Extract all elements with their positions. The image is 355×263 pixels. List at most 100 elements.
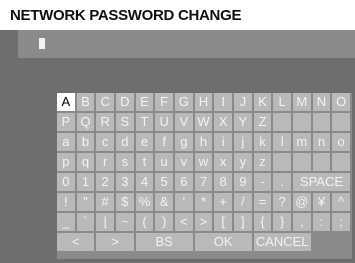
key-lower-f[interactable]: f bbox=[155, 133, 173, 151]
key-upper-p[interactable]: P bbox=[57, 113, 75, 131]
key-upper-g[interactable]: G bbox=[174, 93, 193, 111]
key-upper-w[interactable]: W bbox=[194, 113, 213, 131]
key-upper-m[interactable]: M bbox=[292, 93, 311, 111]
key-left-bracket[interactable]: [ bbox=[214, 213, 232, 231]
cursor-left-button[interactable]: < bbox=[57, 233, 95, 251]
key-equals[interactable]: = bbox=[253, 193, 272, 211]
key-lower-p[interactable]: p bbox=[57, 153, 75, 171]
key-question[interactable]: ? bbox=[273, 193, 291, 211]
key-upper-b[interactable]: B bbox=[76, 93, 95, 111]
key-double-quote[interactable]: " bbox=[76, 193, 95, 211]
key-hyphen[interactable]: - bbox=[253, 173, 272, 191]
key-upper-a[interactable]: A bbox=[57, 93, 75, 111]
key-ampersand[interactable]: & bbox=[155, 193, 173, 211]
key-lower-h[interactable]: h bbox=[194, 133, 213, 151]
key-upper-f[interactable]: F bbox=[155, 93, 173, 111]
key-upper-d[interactable]: D bbox=[115, 93, 134, 111]
key-upper-h[interactable]: H bbox=[194, 93, 213, 111]
key-plus[interactable]: + bbox=[214, 193, 232, 211]
key-lower-i[interactable]: i bbox=[214, 133, 232, 151]
key-upper-i[interactable]: I bbox=[214, 93, 232, 111]
key-slash[interactable]: / bbox=[233, 193, 252, 211]
cursor-right-button[interactable]: > bbox=[96, 233, 134, 251]
backspace-button[interactable]: BS bbox=[135, 233, 193, 251]
key-less-than[interactable]: < bbox=[174, 213, 193, 231]
key-lower-l[interactable]: l bbox=[273, 133, 291, 151]
key-lower-s[interactable]: s bbox=[115, 153, 134, 171]
key-lower-m[interactable]: m bbox=[292, 133, 311, 151]
password-input[interactable] bbox=[18, 30, 355, 58]
key-upper-t[interactable]: T bbox=[135, 113, 154, 131]
key-dollar[interactable]: $ bbox=[115, 193, 134, 211]
key-comma[interactable]: , bbox=[292, 213, 311, 231]
key-digit-2[interactable]: 2 bbox=[96, 173, 114, 191]
key-lower-y[interactable]: y bbox=[233, 153, 252, 171]
key-lower-q[interactable]: q bbox=[76, 153, 95, 171]
key-right-brace[interactable]: } bbox=[273, 213, 291, 231]
key-lower-a[interactable]: a bbox=[57, 133, 75, 151]
key-upper-x[interactable]: X bbox=[214, 113, 232, 131]
key-tilde[interactable]: ~ bbox=[115, 213, 134, 231]
key-period[interactable]: . bbox=[273, 173, 291, 191]
ok-button[interactable]: OK bbox=[194, 233, 252, 251]
key-semicolon[interactable]: ; bbox=[332, 213, 350, 231]
key-lower-t[interactable]: t bbox=[135, 153, 154, 171]
key-upper-z[interactable]: Z bbox=[253, 113, 272, 131]
key-lower-k[interactable]: k bbox=[253, 133, 272, 151]
key-lower-u[interactable]: u bbox=[155, 153, 173, 171]
key-digit-9[interactable]: 9 bbox=[233, 173, 252, 191]
key-caret[interactable]: ^ bbox=[332, 193, 350, 211]
key-left-paren[interactable]: ( bbox=[135, 213, 154, 231]
key-upper-o[interactable]: O bbox=[332, 93, 350, 111]
key-digit-1[interactable]: 1 bbox=[76, 173, 95, 191]
key-backtick[interactable]: ` bbox=[76, 213, 95, 231]
key-digit-5[interactable]: 5 bbox=[155, 173, 173, 191]
key-lower-g[interactable]: g bbox=[174, 133, 193, 151]
key-upper-e[interactable]: E bbox=[135, 93, 154, 111]
key-digit-6[interactable]: 6 bbox=[174, 173, 193, 191]
key-lower-x[interactable]: x bbox=[214, 153, 232, 171]
key-upper-y[interactable]: Y bbox=[233, 113, 252, 131]
key-lower-n[interactable]: n bbox=[312, 133, 331, 151]
key-pipe[interactable]: | bbox=[96, 213, 114, 231]
key-lower-c[interactable]: c bbox=[96, 133, 114, 151]
key-upper-v[interactable]: V bbox=[174, 113, 193, 131]
key-left-brace[interactable]: { bbox=[253, 213, 272, 231]
key-upper-u[interactable]: U bbox=[155, 113, 173, 131]
key-right-bracket[interactable]: ] bbox=[233, 213, 252, 231]
key-right-paren[interactable]: ) bbox=[155, 213, 173, 231]
key-lower-z[interactable]: z bbox=[253, 153, 272, 171]
key-lower-w[interactable]: w bbox=[194, 153, 213, 171]
key-digit-0[interactable]: 0 bbox=[57, 173, 75, 191]
key-digit-4[interactable]: 4 bbox=[135, 173, 154, 191]
key-yen[interactable]: ¥ bbox=[312, 193, 331, 211]
key-lower-b[interactable]: b bbox=[76, 133, 95, 151]
key-hash[interactable]: # bbox=[96, 193, 114, 211]
key-upper-s[interactable]: S bbox=[115, 113, 134, 131]
key-upper-j[interactable]: J bbox=[233, 93, 252, 111]
key-at[interactable]: @ bbox=[292, 193, 311, 211]
key-digit-7[interactable]: 7 bbox=[194, 173, 213, 191]
key-percent[interactable]: % bbox=[135, 193, 154, 211]
key-lower-d[interactable]: d bbox=[115, 133, 134, 151]
key-greater-than[interactable]: > bbox=[194, 213, 213, 231]
key-upper-k[interactable]: K bbox=[253, 93, 272, 111]
key-space[interactable]: SPACE bbox=[292, 173, 350, 191]
key-apostrophe[interactable]: ' bbox=[174, 193, 193, 211]
key-digit-8[interactable]: 8 bbox=[214, 173, 232, 191]
key-lower-e[interactable]: e bbox=[135, 133, 154, 151]
key-underscore[interactable]: _ bbox=[57, 213, 75, 231]
key-lower-j[interactable]: j bbox=[233, 133, 252, 151]
key-lower-o[interactable]: o bbox=[332, 133, 350, 151]
key-asterisk[interactable]: * bbox=[194, 193, 213, 211]
key-upper-l[interactable]: L bbox=[273, 93, 291, 111]
key-colon[interactable]: : bbox=[312, 213, 331, 231]
key-digit-3[interactable]: 3 bbox=[115, 173, 134, 191]
key-lower-v[interactable]: v bbox=[174, 153, 193, 171]
key-lower-r[interactable]: r bbox=[96, 153, 114, 171]
key-upper-q[interactable]: Q bbox=[76, 113, 95, 131]
cancel-button[interactable]: CANCEL bbox=[253, 233, 311, 251]
key-upper-r[interactable]: R bbox=[96, 113, 114, 131]
key-exclamation[interactable]: ! bbox=[57, 193, 75, 211]
key-upper-n[interactable]: N bbox=[312, 93, 331, 111]
